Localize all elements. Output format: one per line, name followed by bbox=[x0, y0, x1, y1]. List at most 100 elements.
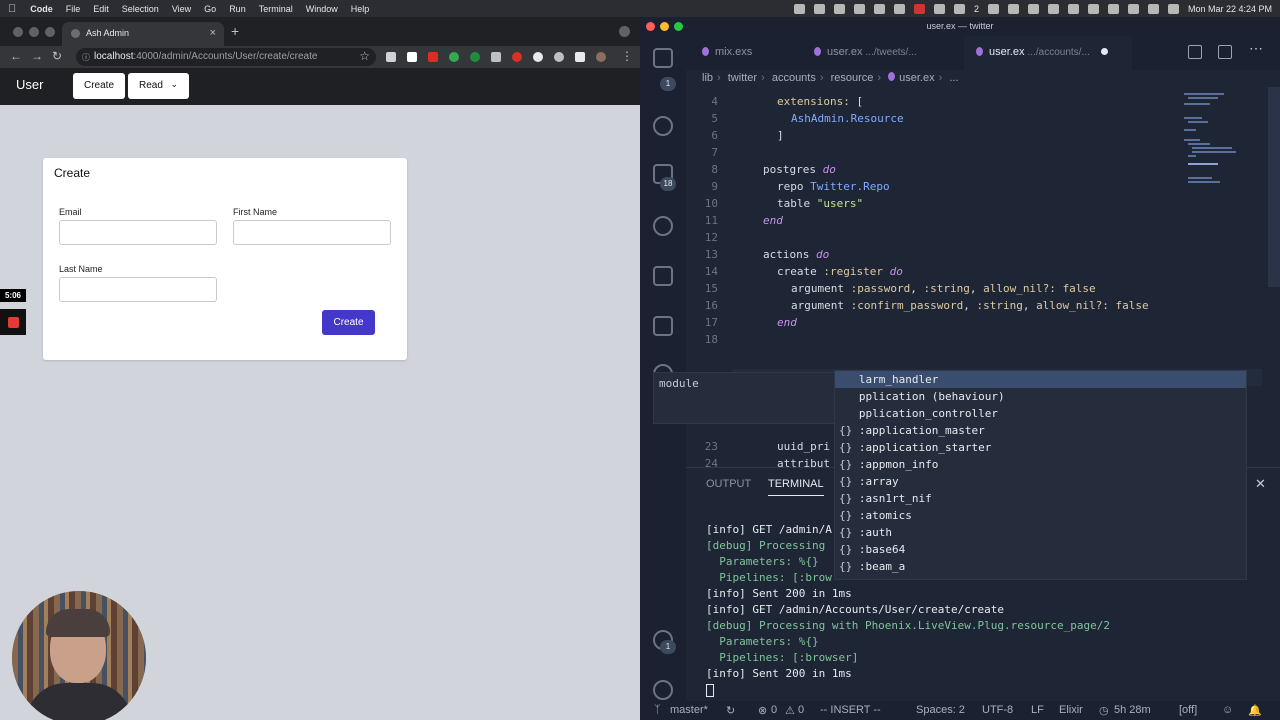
extensions-puzzle-icon[interactable] bbox=[575, 52, 585, 62]
tray-flag-icon[interactable] bbox=[1067, 3, 1079, 14]
tray-plus-icon[interactable] bbox=[873, 3, 885, 14]
breadcrumb-symbol[interactable]: ... bbox=[949, 72, 958, 84]
suggestion-item[interactable]: {} :application_master bbox=[835, 422, 1246, 439]
close-tab-icon[interactable]: × bbox=[210, 27, 216, 39]
run-debug-icon[interactable] bbox=[653, 266, 673, 286]
editor-scrollbar[interactable] bbox=[1268, 87, 1280, 287]
tray-control-center-icon[interactable] bbox=[1167, 3, 1179, 14]
tray-battery-icon[interactable] bbox=[1087, 3, 1099, 14]
window-close-button[interactable] bbox=[13, 27, 23, 37]
tab-terminal[interactable]: TERMINAL bbox=[768, 478, 824, 496]
notifications-bell-icon[interactable]: 🔔 bbox=[1248, 704, 1262, 717]
reload-icon[interactable]: ↻ bbox=[52, 49, 62, 63]
menu-selection[interactable]: Selection bbox=[122, 4, 159, 14]
tray-gear-icon[interactable] bbox=[793, 3, 805, 14]
tray-record-icon[interactable] bbox=[913, 3, 925, 14]
menubar-clock[interactable]: Mon Mar 22 4:24 PM bbox=[1188, 4, 1272, 14]
header-read-dropdown[interactable]: Read ⌄ bbox=[128, 73, 189, 99]
first-name-field[interactable] bbox=[233, 220, 391, 245]
time-tracker[interactable]: 5h 28m bbox=[1114, 704, 1151, 716]
window-minimize-button[interactable] bbox=[29, 27, 39, 37]
extension-4-icon[interactable] bbox=[449, 52, 459, 62]
breadcrumb-accounts[interactable]: accounts bbox=[772, 72, 816, 84]
email-field[interactable] bbox=[59, 220, 217, 245]
vscode-zoom-button[interactable] bbox=[674, 22, 683, 31]
tab-mix-exs[interactable]: mix.exs bbox=[698, 36, 796, 70]
browser-kebab-menu-icon[interactable]: ⋮ bbox=[621, 49, 633, 63]
extension-8-icon[interactable] bbox=[533, 52, 543, 62]
extension-7-icon[interactable] bbox=[512, 52, 522, 62]
submit-create-button[interactable]: Create bbox=[322, 310, 375, 335]
profile-avatar[interactable] bbox=[596, 52, 606, 62]
extension-6-icon[interactable] bbox=[491, 52, 501, 62]
error-icon[interactable]: ⊗ bbox=[758, 704, 767, 717]
terminal-cursor[interactable] bbox=[706, 684, 714, 697]
suggestion-item[interactable]: larm_handler bbox=[835, 371, 1246, 388]
info-icon[interactable]: ⓘ bbox=[82, 52, 90, 63]
tray-headphones-icon[interactable] bbox=[987, 3, 999, 14]
tray-user-icon[interactable] bbox=[1147, 3, 1159, 14]
tray-display-icon[interactable] bbox=[953, 3, 965, 14]
error-count[interactable]: 0 bbox=[771, 704, 777, 716]
vscode-minimize-button[interactable] bbox=[660, 22, 669, 31]
breadcrumb-resource[interactable]: resource bbox=[831, 72, 874, 84]
breadcrumb-lib[interactable]: lib bbox=[702, 72, 713, 84]
tray-clipboard-icon[interactable] bbox=[813, 3, 825, 14]
browser-menu-circle-icon[interactable] bbox=[619, 26, 630, 37]
browser-tab[interactable]: Ash Admin × bbox=[62, 22, 224, 46]
prettier-status[interactable]: [off] bbox=[1179, 704, 1197, 716]
menu-terminal[interactable]: Terminal bbox=[259, 4, 293, 14]
menu-file[interactable]: File bbox=[66, 4, 81, 14]
suggestion-item[interactable]: pplication_controller bbox=[835, 405, 1246, 422]
suggestion-item[interactable]: {} :appmon_info bbox=[835, 456, 1246, 473]
indentation-status[interactable]: Spaces: 2 bbox=[916, 704, 965, 716]
feedback-icon[interactable]: ☺ bbox=[1222, 704, 1233, 716]
open-changes-icon[interactable] bbox=[1188, 45, 1202, 59]
tray-wifi-icon[interactable] bbox=[1107, 3, 1119, 14]
back-icon[interactable]: ← bbox=[10, 49, 22, 63]
breadcrumb-twitter[interactable]: twitter bbox=[728, 72, 757, 84]
suggestion-item[interactable]: {} :array bbox=[835, 473, 1246, 490]
suggestion-item[interactable]: pplication (behaviour) bbox=[835, 388, 1246, 405]
menu-view[interactable]: View bbox=[172, 4, 191, 14]
close-panel-icon[interactable]: ✕ bbox=[1255, 476, 1266, 492]
suggestion-item[interactable]: {} :asn1rt_nif bbox=[835, 490, 1246, 507]
new-tab-icon[interactable]: + bbox=[231, 23, 239, 39]
tray-volume-icon[interactable] bbox=[1047, 3, 1059, 14]
language-mode[interactable]: Elixir bbox=[1059, 704, 1083, 716]
tray-layout-icon[interactable] bbox=[933, 3, 945, 14]
tab-user-ex-tweets[interactable]: user.ex .../tweets/... bbox=[810, 36, 960, 70]
breadcrumb-file[interactable]: user.ex bbox=[899, 72, 934, 84]
extension-3-icon[interactable] bbox=[428, 52, 438, 62]
forward-icon[interactable]: → bbox=[31, 49, 43, 63]
github-icon[interactable] bbox=[653, 216, 673, 236]
menu-help[interactable]: Help bbox=[351, 4, 370, 14]
resource-title[interactable]: User bbox=[16, 77, 43, 92]
menu-edit[interactable]: Edit bbox=[93, 4, 109, 14]
search-icon[interactable] bbox=[653, 116, 673, 136]
tab-user-ex-accounts[interactable]: user.ex .../accounts/... bbox=[964, 36, 1132, 70]
suggestion-item[interactable]: {} :application_starter bbox=[835, 439, 1246, 456]
stop-recording-button[interactable] bbox=[0, 309, 26, 335]
bookmark-star-icon[interactable]: ☆ bbox=[359, 49, 370, 63]
settings-gear-icon[interactable] bbox=[653, 680, 673, 700]
extensions-icon[interactable] bbox=[653, 316, 673, 336]
sync-icon[interactable]: ↻ bbox=[726, 704, 735, 717]
menu-go[interactable]: Go bbox=[204, 4, 216, 14]
extension-notion-icon[interactable] bbox=[407, 52, 417, 62]
vscode-close-button[interactable] bbox=[646, 22, 655, 31]
extension-1-icon[interactable] bbox=[386, 52, 396, 62]
suggestion-item[interactable]: {} :base64 bbox=[835, 541, 1246, 558]
extension-9-icon[interactable] bbox=[554, 52, 564, 62]
split-editor-icon[interactable] bbox=[1218, 45, 1232, 59]
header-create-button[interactable]: Create bbox=[73, 73, 125, 99]
menu-run[interactable]: Run bbox=[229, 4, 246, 14]
branch-icon[interactable]: ᛉ bbox=[654, 704, 661, 716]
suggestion-item[interactable]: {} :auth bbox=[835, 524, 1246, 541]
extension-5-icon[interactable] bbox=[470, 52, 480, 62]
menu-window[interactable]: Window bbox=[306, 4, 338, 14]
apple-menu-icon[interactable]:  bbox=[8, 3, 16, 15]
tray-chat-icon[interactable] bbox=[1007, 3, 1019, 14]
tray-mail-icon[interactable] bbox=[893, 3, 905, 14]
more-actions-icon[interactable]: ⋯ bbox=[1249, 40, 1263, 57]
